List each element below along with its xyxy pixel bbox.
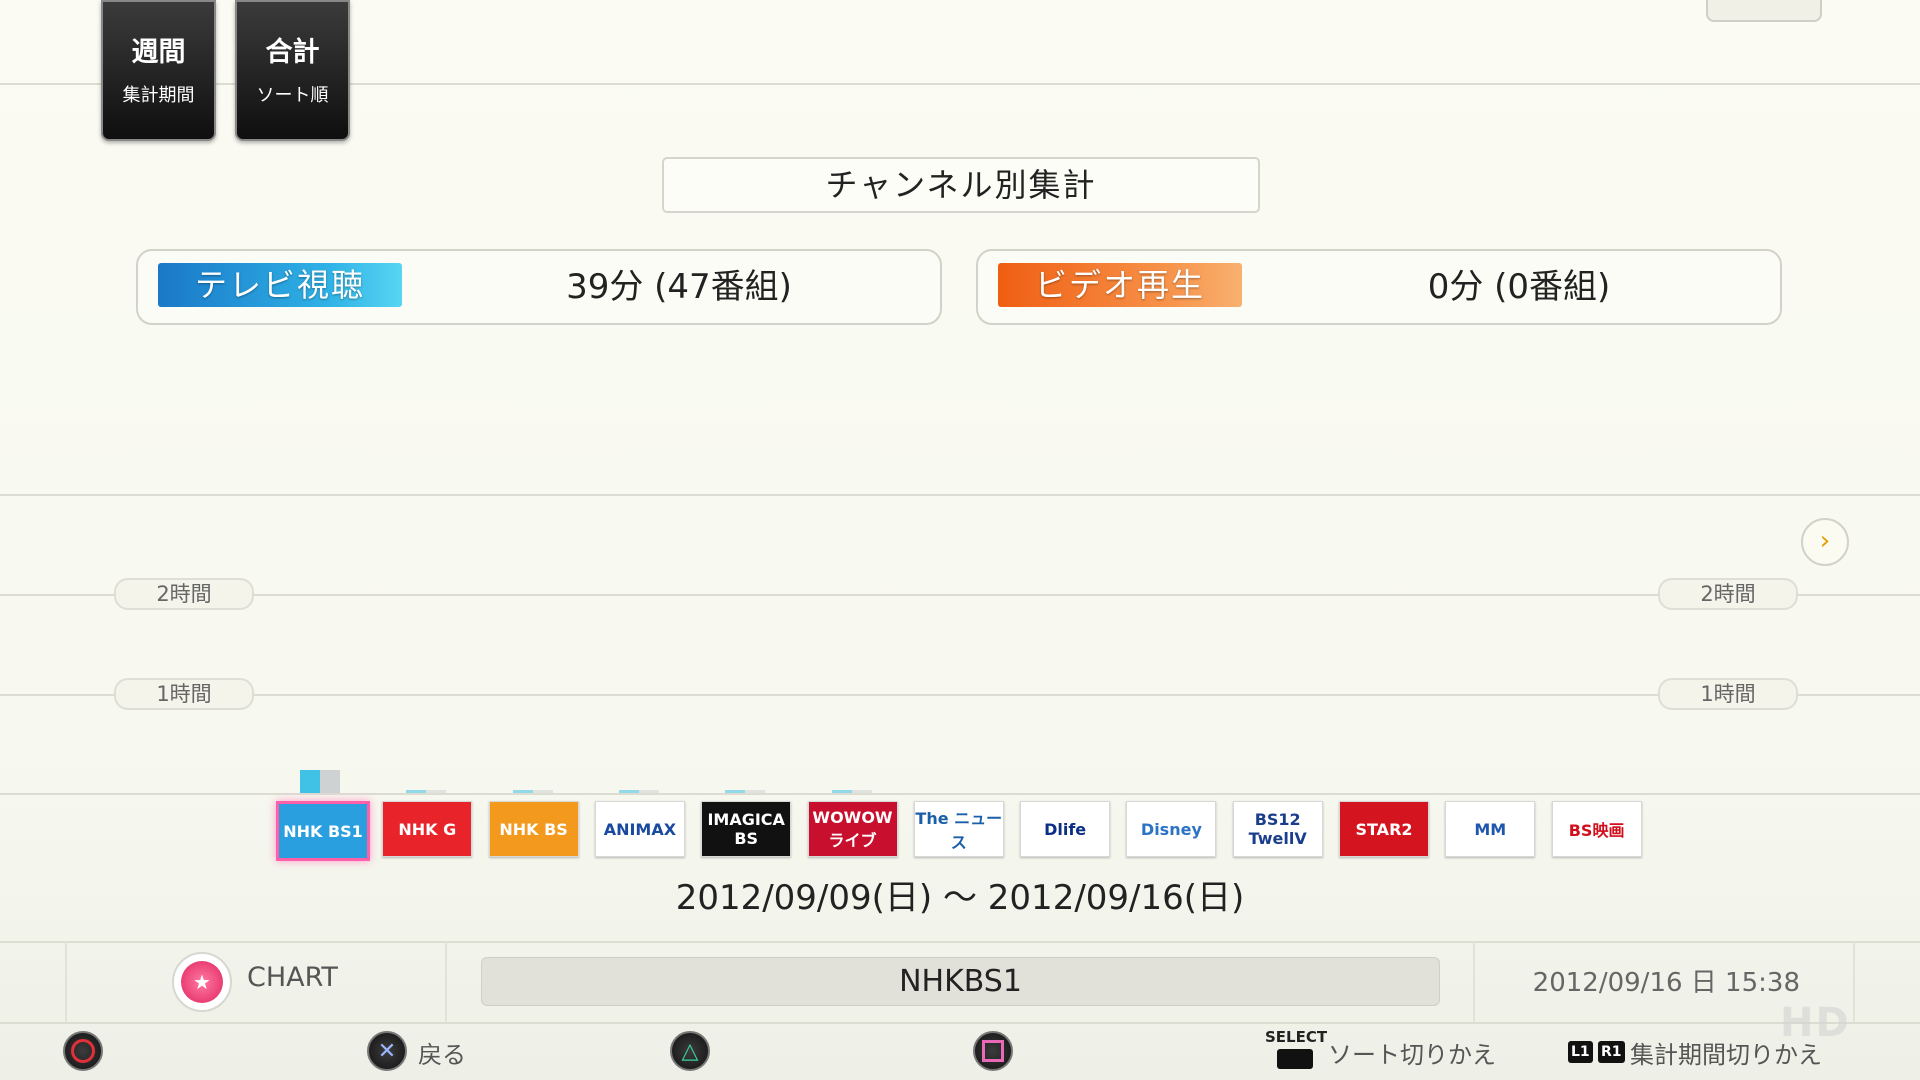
- tv-summary-value: 39分 (47番組): [566, 267, 792, 307]
- next-page-button[interactable]: ›: [1801, 518, 1849, 566]
- channel-logo-12[interactable]: MM: [1445, 801, 1536, 857]
- footer-divider-right: [1473, 941, 1475, 1022]
- sort-caption: ソート順: [256, 85, 329, 106]
- channel-logo-11[interactable]: STAR2: [1339, 801, 1429, 857]
- axis-label-2h-right: 2時間: [1658, 578, 1798, 610]
- chart-medal-icon: ★: [172, 952, 232, 1012]
- channel-logo-4[interactable]: ANIMAX: [594, 801, 685, 857]
- bar-1: [300, 769, 340, 793]
- hd-watermark: HD: [1780, 1000, 1851, 1046]
- bar-4: [618, 789, 659, 793]
- chevron-right-icon: ›: [1819, 526, 1831, 556]
- video-summary-value: 0分 (0番組): [1427, 267, 1611, 307]
- period-value: 週間: [131, 37, 186, 68]
- chart-label: CHART: [247, 962, 338, 993]
- square-button-icon[interactable]: [973, 1031, 1013, 1071]
- back-label: 戻る: [418, 1041, 466, 1069]
- footer-divider-mid: [445, 941, 447, 1022]
- axis-label-1h-left: 1時間: [114, 678, 254, 710]
- footer-top-divider: [0, 941, 1920, 943]
- gridline-1h: [0, 694, 1920, 696]
- selected-channel: NHKBS1: [481, 957, 1440, 1006]
- select-key-label: SELECT: [1265, 1028, 1328, 1046]
- cross-button-icon[interactable]: ✕: [367, 1031, 407, 1071]
- footer-bottom-divider: [0, 1022, 1920, 1024]
- footer-divider-left: [65, 941, 67, 1022]
- axis-label-2h-left: 2時間: [114, 578, 254, 610]
- r1-button-icon[interactable]: R1: [1598, 1041, 1625, 1063]
- l1-button-icon[interactable]: L1: [1568, 1041, 1593, 1063]
- select-button-icon[interactable]: [1277, 1049, 1313, 1069]
- tv-badge: テレビ視聴: [158, 263, 402, 307]
- channel-logo-7[interactable]: The ニュース: [913, 801, 1004, 857]
- footer-divider-far-right: [1853, 941, 1855, 1022]
- channel-logo-9[interactable]: Disney: [1126, 801, 1217, 857]
- channel-logo-10[interactable]: BS12 TwellV: [1232, 801, 1323, 857]
- channel-logo-1[interactable]: NHK BS1: [276, 801, 370, 861]
- channel-logo-13[interactable]: BS映画: [1551, 801, 1642, 857]
- channel-logo-2[interactable]: NHK G: [382, 801, 473, 857]
- channel-logo-6[interactable]: WOWOW ライブ: [807, 801, 898, 857]
- triangle-button-icon[interactable]: △: [670, 1031, 710, 1071]
- sort-tile[interactable]: 合計 ソート順: [235, 0, 350, 141]
- channel-logo-3[interactable]: NHK BS: [488, 801, 579, 857]
- channel-logo-8[interactable]: Dlife: [1020, 801, 1111, 857]
- circle-button-icon[interactable]: [63, 1031, 103, 1071]
- chart-baseline: [0, 793, 1920, 795]
- video-badge: ビデオ再生: [998, 263, 1242, 307]
- chart-top-line: [0, 494, 1920, 496]
- current-datetime: 2012/09/16 日 15:38: [1532, 968, 1800, 998]
- channel-logo-5[interactable]: IMAGICA BS: [701, 801, 792, 857]
- video-summary: ビデオ再生 0分 (0番組): [976, 249, 1782, 325]
- bar-2: [406, 789, 447, 793]
- bar-3: [512, 789, 553, 793]
- tv-summary: テレビ視聴 39分 (47番組): [136, 249, 942, 325]
- bar-5: [725, 789, 766, 793]
- axis-label-1h-right: 1時間: [1658, 678, 1798, 710]
- date-range: 2012/09/09(日) 〜 2012/09/16(日): [675, 878, 1245, 918]
- sort-value: 合計: [265, 37, 320, 68]
- period-caption: 集計期間: [122, 85, 195, 106]
- sort-toggle-label: ソート切りかえ: [1328, 1041, 1496, 1069]
- period-tile[interactable]: 週間 集計期間: [101, 0, 216, 141]
- top-right-tab[interactable]: [1706, 0, 1822, 22]
- bar-6: [831, 790, 872, 793]
- page-title: チャンネル別集計: [662, 157, 1260, 213]
- gridline-2h: [0, 594, 1920, 596]
